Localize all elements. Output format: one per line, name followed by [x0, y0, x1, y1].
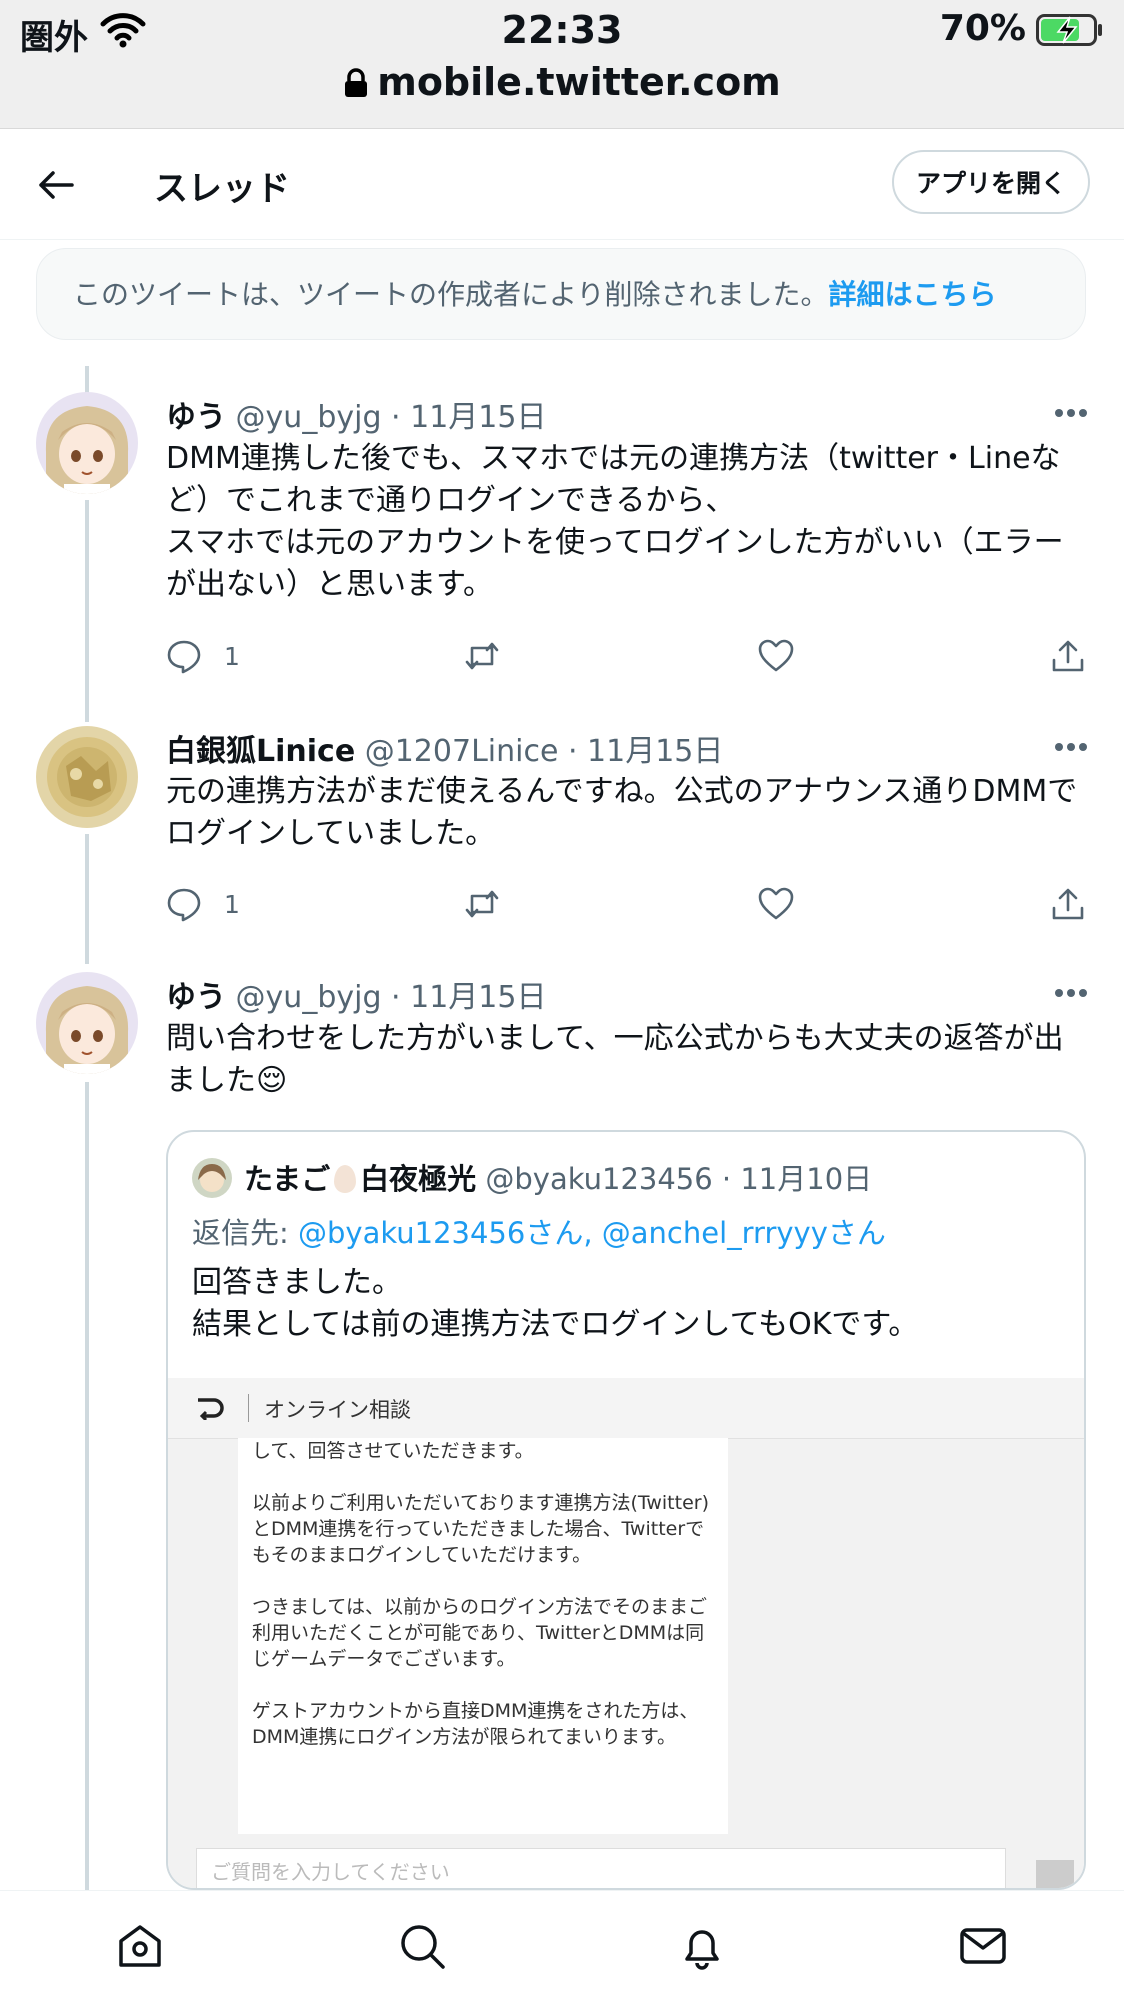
quote-date[interactable]: · 11月10日	[722, 1162, 872, 1196]
more-options-icon[interactable]	[1054, 408, 1088, 418]
quote-display-name[interactable]: たまご	[244, 1162, 330, 1196]
retweet-button[interactable]	[464, 634, 500, 678]
more-options-icon[interactable]	[1054, 988, 1088, 998]
thread-header: スレッド アプリを開く	[0, 129, 1124, 240]
page-title: スレッド	[154, 169, 290, 209]
image-attach-icon	[1036, 1860, 1074, 1888]
chat-title: オンライン相談	[264, 1398, 411, 1422]
lock-icon	[345, 68, 368, 97]
retweet-icon	[465, 642, 499, 670]
reply-button[interactable]: 1	[166, 634, 240, 678]
avatar[interactable]	[36, 972, 138, 1074]
more-options-icon[interactable]	[1054, 742, 1088, 752]
tweet-date[interactable]: · 11月15日	[568, 734, 723, 769]
open-app-button[interactable]: アプリを開く	[892, 150, 1090, 214]
reply-count: 1	[224, 641, 240, 671]
battery-charging-icon	[1036, 14, 1102, 46]
user-handle[interactable]: @yu_byjg	[236, 980, 382, 1015]
heart-icon	[758, 887, 794, 920]
url-text: mobile.twitter.com	[377, 60, 781, 104]
avatar[interactable]	[36, 726, 138, 828]
chat-message: して、回答させていただきます。 以前よりご利用いただいております連携方法(Twi…	[238, 1438, 728, 1834]
reply-icon	[167, 888, 201, 922]
quote-handle[interactable]: @byaku123456	[485, 1162, 712, 1196]
browser-status-bar: 圏外 22:33 70% mobile.twitter.com	[0, 0, 1124, 129]
reply-button[interactable]: 1	[166, 882, 240, 926]
divider	[248, 1394, 249, 1422]
share-button[interactable]	[1050, 882, 1086, 926]
tweet-text: 元の連携方法がまだ使えるんですね。公式のアナウンス通りDMMでログインしていまし…	[166, 774, 1078, 851]
retweet-button[interactable]	[464, 882, 500, 926]
tweet-date[interactable]: · 11月15日	[391, 400, 546, 435]
attached-screenshot[interactable]: オンライン相談 して、回答させていただきます。 以前よりご利用いただいております…	[168, 1378, 1084, 1888]
thread-line	[85, 500, 89, 722]
quote-avatar[interactable]	[192, 1158, 232, 1198]
search-icon[interactable]	[397, 1921, 447, 1971]
deleted-notice-text: このツイートは、ツイートの作成者により削除されました。	[73, 278, 829, 311]
back-arrow-icon[interactable]	[36, 165, 76, 205]
user-handle[interactable]: @1207Linice	[365, 734, 559, 769]
chat-message-text: して、回答させていただきます。 以前よりご利用いただいております連携方法(Twi…	[252, 1440, 709, 1748]
retweet-icon	[465, 890, 499, 918]
tweet-header: ゆう @yu_byjg · 11月15日	[166, 972, 546, 1016]
tweet-date[interactable]: · 11月15日	[391, 980, 546, 1015]
reply-icon	[167, 640, 201, 674]
reply-count: 1	[224, 889, 240, 919]
reply-context: 返信先: @byaku123456さん, @anchel_rrryyyさん	[192, 1210, 886, 1252]
chat-header: オンライン相談	[168, 1378, 1084, 1439]
thread-line	[85, 366, 89, 394]
quote-header: たまご 白夜極光 @byaku123456 · 11月10日	[244, 1156, 872, 1198]
quote-display-name-suffix[interactable]: 白夜極光	[360, 1162, 476, 1196]
quote-text: 回答きました。 結果としては前の連携方法でログインしてもOKです。	[192, 1265, 919, 1342]
tweet-text: DMM連携した後でも、スマホでは元の連携方法（twitter・Lineなど）でこ…	[166, 441, 1064, 602]
quoted-tweet[interactable]: たまご 白夜極光 @byaku123456 · 11月10日 返信先: @byak…	[166, 1130, 1086, 1890]
chat-input: ご質問を入力してください	[196, 1848, 1006, 1888]
share-icon	[1052, 640, 1084, 672]
display-name[interactable]: ゆう	[166, 980, 226, 1015]
messages-icon[interactable]	[958, 1921, 1008, 1971]
address-bar[interactable]: mobile.twitter.com	[0, 60, 1124, 104]
dmm-logo-icon	[198, 1398, 224, 1420]
display-name[interactable]: ゆう	[166, 400, 226, 435]
share-icon	[1052, 888, 1084, 920]
thread-line	[85, 834, 89, 964]
display-name[interactable]: 白銀狐Linice	[166, 734, 355, 769]
tweet-header: ゆう @yu_byjg · 11月15日	[166, 392, 546, 436]
like-button[interactable]	[758, 882, 794, 926]
learn-more-link[interactable]: 詳細はこちら	[828, 278, 996, 311]
like-button[interactable]	[758, 634, 794, 678]
share-button[interactable]	[1050, 634, 1086, 678]
reply-mentions[interactable]: @byaku123456さん, @anchel_rrryyyさん	[298, 1216, 886, 1250]
deleted-tweet-notice: このツイートは、ツイートの作成者により削除されました。詳細はこちら	[36, 248, 1086, 340]
thread-line	[85, 1082, 89, 1890]
avatar[interactable]	[36, 392, 138, 494]
bottom-navigation	[0, 1890, 1124, 2001]
tweet-header: 白銀狐Linice @1207Linice · 11月15日	[166, 726, 723, 770]
egg-emoji-icon	[334, 1165, 357, 1193]
tweet-actions: 1	[166, 634, 1096, 678]
reply-label: 返信先:	[192, 1216, 298, 1250]
notifications-icon[interactable]	[677, 1921, 727, 1971]
battery-percent: 70%	[939, 8, 1026, 49]
heart-icon	[758, 639, 794, 672]
home-icon[interactable]	[115, 1921, 165, 1971]
tweet-actions: 1	[166, 882, 1096, 926]
tweet-text: 問い合わせをした方がいまして、一応公式からも大丈夫の返答が出ました😌	[166, 1021, 1064, 1098]
user-handle[interactable]: @yu_byjg	[236, 400, 382, 435]
